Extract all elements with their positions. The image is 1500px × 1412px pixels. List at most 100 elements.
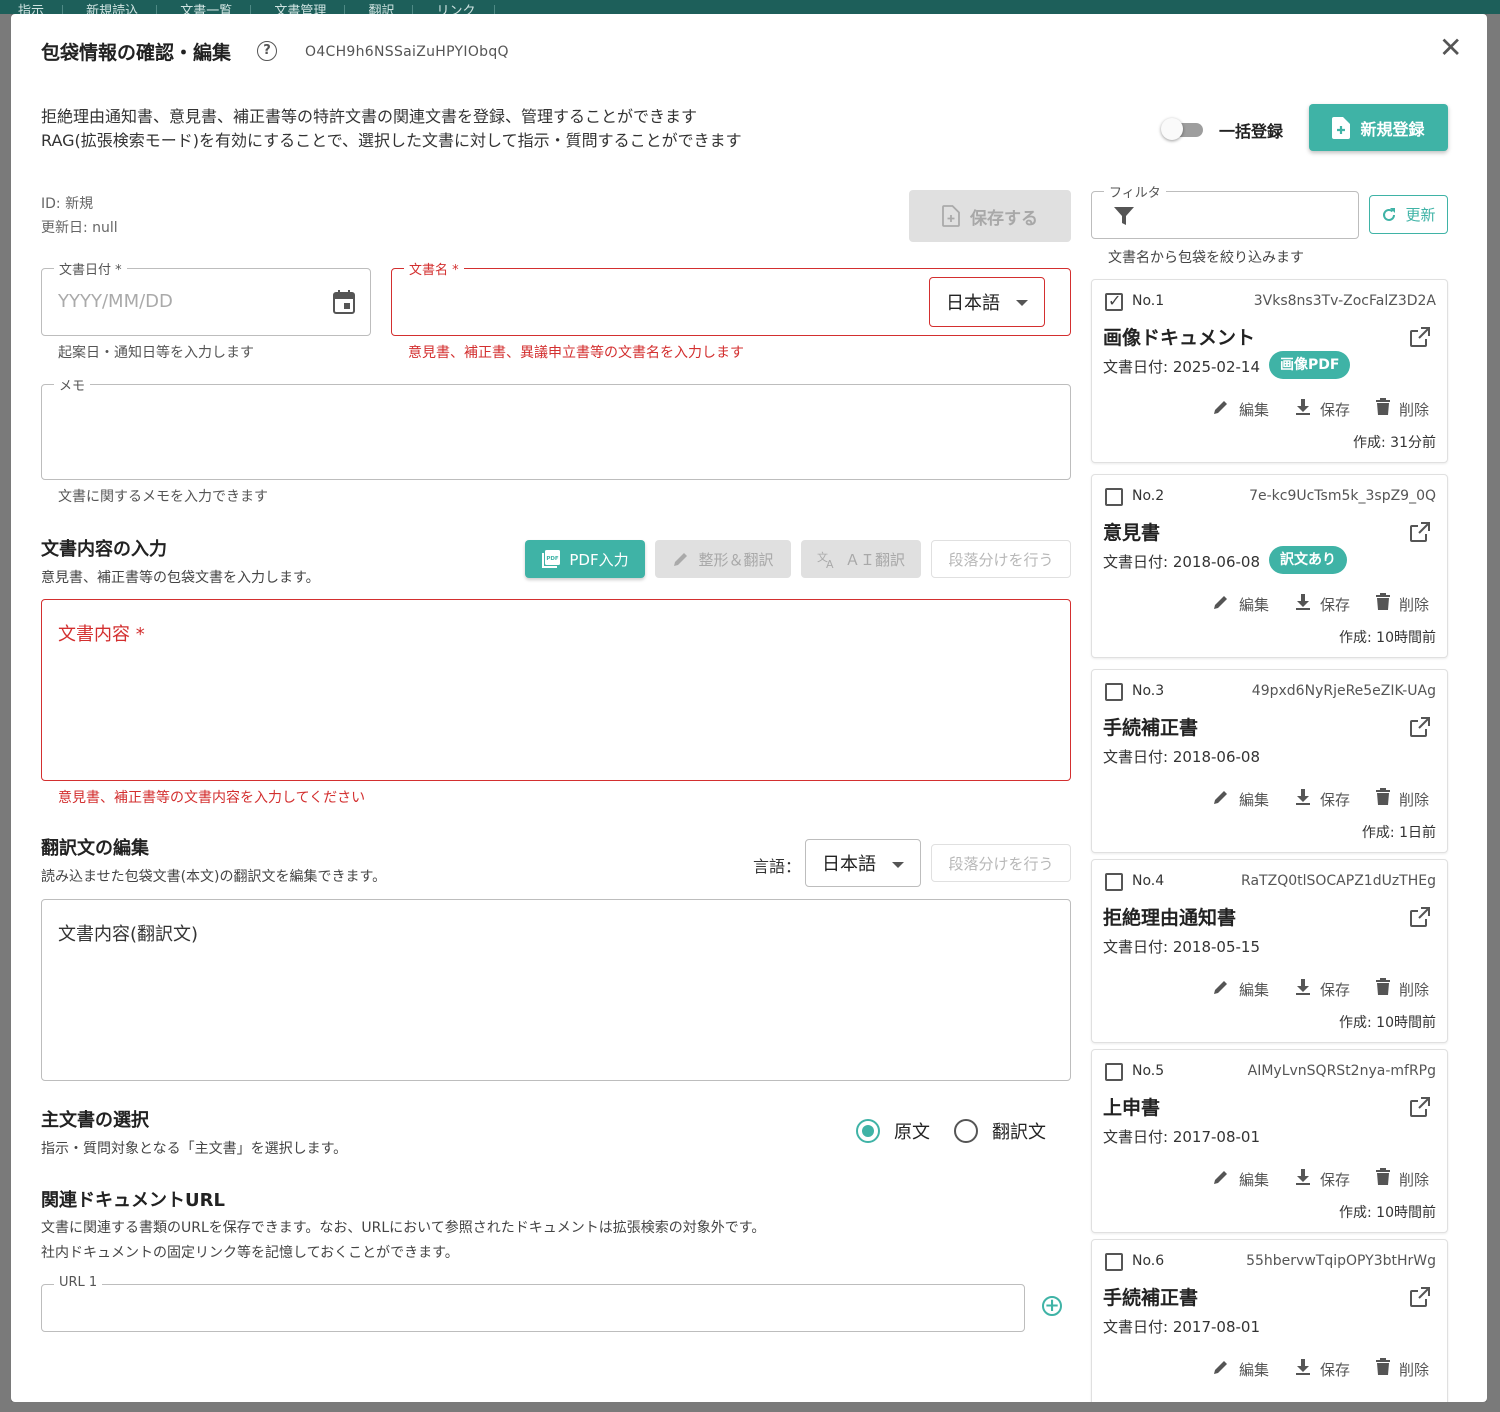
meta-updated: 更新日: null: [41, 220, 118, 236]
delete-button[interactable]: 削除: [1375, 788, 1429, 810]
download-icon: [1295, 1358, 1311, 1380]
checkbox-unchecked-icon[interactable]: [1105, 1063, 1123, 1081]
translation-language-select[interactable]: 日本語: [805, 839, 921, 887]
trash-icon: [1375, 978, 1390, 1000]
url-1-field[interactable]: URL 1: [41, 1275, 1025, 1332]
document-name-field[interactable]: 文書名 * 日本語: [391, 259, 1071, 336]
content-section-subtitle: 意見書、補正書等の包袋文書を入力します。: [41, 570, 320, 586]
delete-button[interactable]: 削除: [1375, 978, 1429, 1000]
open-external-icon[interactable]: [1409, 1096, 1431, 1122]
save-download-button[interactable]: 保存: [1295, 398, 1350, 420]
meta-id: ID: 新規: [41, 196, 94, 212]
close-icon[interactable]: ✕: [1439, 34, 1462, 62]
ai-translate-button[interactable]: 文A ＡＩ翻訳: [801, 540, 921, 578]
save-button[interactable]: 保存する: [909, 190, 1071, 242]
document-date-placeholder: YYYY/MM/DD: [58, 291, 173, 312]
edit-button[interactable]: 編集: [1212, 1358, 1269, 1380]
trash-icon: [1375, 398, 1390, 420]
pencil-icon: [1212, 788, 1230, 810]
delete-label: 削除: [1398, 790, 1429, 809]
filter-field[interactable]: フィルタ: [1091, 182, 1359, 239]
delete-button[interactable]: 削除: [1375, 1168, 1429, 1190]
document-content-field[interactable]: 文書内容 *: [41, 599, 1071, 781]
background-overlay-bottom: [0, 1402, 1500, 1412]
edit-button[interactable]: 編集: [1212, 978, 1269, 1000]
document-card[interactable]: No.6 55hbervwTqipOPY3btHrWg 手続補正書 文書日付: 201…: [1091, 1239, 1448, 1402]
document-title: 意見書: [1103, 522, 1161, 544]
open-external-icon[interactable]: [1409, 326, 1431, 352]
checkbox-unchecked-icon[interactable]: [1105, 873, 1123, 891]
checkbox-unchecked-icon[interactable]: [1105, 1253, 1123, 1271]
document-card[interactable]: No.5 AIMyLvnSQRSt2nya-mfRPg 上申書 文書日付: 2017-…: [1091, 1049, 1448, 1233]
translation-paragraph-split-button[interactable]: 段落分けを行う: [931, 844, 1071, 882]
edit-button[interactable]: 編集: [1212, 788, 1269, 810]
document-created: 作成: 10時間前: [1339, 1015, 1436, 1031]
dialog-description-line1: 拒絶理由通知書、意見書、補正書等の特許文書の関連文書を登録、管理することができま…: [41, 107, 698, 126]
pdf-input-button[interactable]: PDF PDF入力: [525, 540, 645, 578]
document-card[interactable]: No.4 RaTZQ0tlSOCAPZ1dUzTHEg 拒絶理由通知書 文書日付: 2…: [1091, 859, 1448, 1043]
save-download-button[interactable]: 保存: [1295, 593, 1350, 615]
open-external-icon[interactable]: [1409, 906, 1431, 932]
document-date-field[interactable]: 文書日付 * YYYY/MM/DD: [41, 259, 371, 336]
translate-icon: 文A: [817, 550, 834, 569]
calendar-icon[interactable]: [332, 289, 356, 315]
document-id: 49pxd6NyRjeRe5eZIK-UAg: [1251, 683, 1436, 699]
edit-button[interactable]: 編集: [1212, 398, 1269, 420]
radio-unchecked-icon: [954, 1119, 978, 1143]
dialog-title: 包袋情報の確認・編集: [41, 42, 232, 64]
bg-tab: 文書管理: [256, 5, 346, 14]
format-translate-button[interactable]: 整形＆翻訳: [655, 540, 791, 578]
document-actions: 編集 保存 削除: [1212, 978, 1429, 1000]
translation-language-value: 日本語: [822, 854, 876, 875]
edit-button[interactable]: 編集: [1212, 1168, 1269, 1190]
background-overlay-right: [1487, 14, 1500, 1412]
memo-field[interactable]: メモ: [41, 375, 1071, 480]
document-no: No.5: [1132, 1063, 1165, 1079]
add-url-icon[interactable]: +: [1042, 1296, 1062, 1316]
delete-button[interactable]: 削除: [1375, 1358, 1429, 1380]
document-card[interactable]: No.1 3Vks8ns3Tv-ZocFalZ3D2A 画像ドキュメント文書日付: …: [1091, 279, 1448, 463]
document-title: 拒絶理由通知書: [1103, 907, 1237, 929]
save-download-button[interactable]: 保存: [1295, 1358, 1350, 1380]
save-download-button[interactable]: 保存: [1295, 978, 1350, 1000]
checkbox-unchecked-icon[interactable]: [1105, 683, 1123, 701]
document-created: 作成: 31分前: [1353, 435, 1436, 451]
radio-checked-icon: [856, 1119, 880, 1143]
pdf-input-label: PDF入力: [569, 550, 629, 569]
refresh-button[interactable]: 更新: [1369, 195, 1448, 234]
url-section-title: 関連ドキュメントURL: [41, 1190, 225, 1211]
edit-button[interactable]: 編集: [1212, 593, 1269, 615]
translation-content-field[interactable]: 文書内容(翻訳文): [41, 899, 1071, 1081]
new-register-button[interactable]: 新規登録: [1309, 104, 1448, 151]
open-external-icon[interactable]: [1409, 521, 1431, 547]
document-title: 手続補正書: [1103, 1287, 1199, 1309]
radio-translation[interactable]: 翻訳文: [954, 1118, 1046, 1144]
main-doc-section-title: 主文書の選択: [41, 1110, 149, 1131]
radio-original[interactable]: 原文: [856, 1118, 930, 1144]
save-label: 保存: [1319, 595, 1350, 614]
paragraph-split-label: 段落分けを行う: [948, 550, 1054, 569]
document-id: 7e-kc9UcTsm5k_3spZ9_0Q: [1249, 488, 1436, 504]
help-icon[interactable]: ?: [257, 41, 277, 61]
checkbox-unchecked-icon[interactable]: [1105, 488, 1123, 506]
document-language-select[interactable]: 日本語: [929, 277, 1045, 327]
delete-button[interactable]: 削除: [1375, 593, 1429, 615]
format-translate-label: 整形＆翻訳: [698, 550, 774, 569]
bulk-register-toggle[interactable]: [1161, 118, 1207, 140]
document-date: 文書日付: 2025-02-14: [1103, 358, 1260, 376]
save-download-button[interactable]: 保存: [1295, 788, 1350, 810]
delete-button[interactable]: 削除: [1375, 398, 1429, 420]
document-date-helper: 起案日・通知日等を入力します: [58, 345, 254, 361]
open-external-icon[interactable]: [1409, 1286, 1431, 1312]
open-external-icon[interactable]: [1409, 716, 1431, 742]
document-card[interactable]: No.2 7e-kc9UcTsm5k_3spZ9_0Q 意見書 文書日付: 2018-…: [1091, 474, 1448, 658]
paragraph-split-button[interactable]: 段落分けを行う: [931, 540, 1071, 578]
document-edit-dialog: 包袋情報の確認・編集 ? O4CH9h6NSSaiZuHPYIObqQ ✕ 拒絶…: [11, 14, 1487, 1402]
document-no: No.3: [1132, 683, 1165, 699]
save-download-button[interactable]: 保存: [1295, 1168, 1350, 1190]
trash-icon: [1375, 593, 1390, 615]
memo-label: メモ: [54, 375, 91, 394]
delete-label: 削除: [1398, 1170, 1429, 1189]
document-card[interactable]: No.3 49pxd6NyRjeRe5eZIK-UAg 手続補正書 文書日付: 201…: [1091, 669, 1448, 853]
checkbox-checked-icon[interactable]: [1105, 291, 1123, 311]
